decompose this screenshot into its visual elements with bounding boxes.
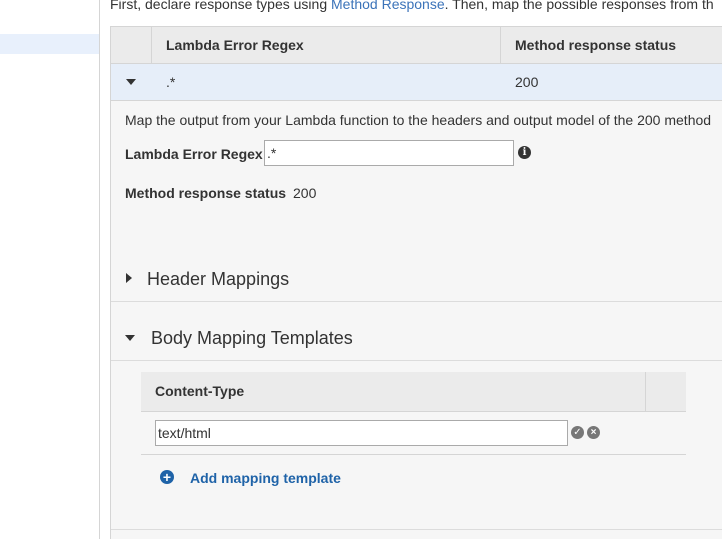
sidebar-selected-item[interactable]	[0, 34, 99, 54]
method-response-link[interactable]: Method Response	[331, 0, 445, 12]
responses-table-header: Lambda Error Regex Method response statu…	[111, 26, 722, 64]
content-type-input[interactable]	[155, 420, 568, 446]
expand-caret-icon[interactable]	[126, 273, 132, 283]
column-divider	[151, 27, 152, 64]
header-mappings-toggle[interactable]: Header Mappings	[147, 269, 289, 290]
row-regex: .*	[166, 74, 176, 90]
collapse-caret-icon[interactable]	[126, 79, 136, 85]
check-circle-icon[interactable]: ✓	[571, 426, 584, 439]
add-mapping-template-link[interactable]: Add mapping template	[190, 470, 341, 486]
row-status: 200	[515, 74, 539, 90]
x-circle-icon[interactable]: ×	[587, 426, 600, 439]
column-header-content-type: Content-Type	[155, 383, 245, 399]
status-value: 200	[293, 185, 317, 201]
collapse-caret-icon[interactable]	[125, 335, 135, 341]
bottom-divider	[111, 529, 722, 530]
content-type-table-header: Content-Type	[141, 372, 686, 412]
intro-prefix: First, declare response types using	[110, 0, 331, 12]
column-header-regex[interactable]: Lambda Error Regex	[166, 37, 304, 53]
integration-response-panel: Lambda Error Regex Method response statu…	[110, 26, 722, 539]
status-label: Method response status	[125, 185, 287, 201]
left-sidebar	[0, 0, 100, 539]
mapping-description: Map the output from your Lambda function…	[125, 112, 712, 128]
section-divider	[111, 360, 722, 361]
row-divider	[141, 454, 686, 455]
body-mapping-templates-toggle[interactable]: Body Mapping Templates	[151, 328, 353, 349]
section-divider	[111, 301, 722, 302]
column-divider	[645, 372, 646, 412]
intro-suffix: . Then, map the possible responses from …	[444, 0, 714, 12]
table-row[interactable]: .* 200	[111, 64, 722, 101]
lambda-error-regex-input[interactable]	[264, 140, 514, 166]
column-header-status[interactable]: Method response status	[515, 37, 676, 53]
column-divider	[500, 27, 501, 64]
intro-text: First, declare response types using Meth…	[110, 0, 714, 12]
info-icon[interactable]: i	[518, 146, 531, 159]
plus-circle-icon[interactable]: +	[160, 470, 174, 484]
regex-label: Lambda Error Regex	[125, 146, 263, 162]
